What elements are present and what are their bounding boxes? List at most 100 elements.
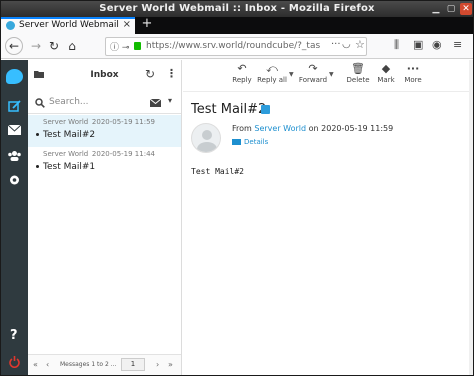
mail-nav-button[interactable] <box>1 118 28 142</box>
logo <box>1 64 28 92</box>
list-options-icon[interactable]: ⋮ <box>166 67 177 80</box>
message-from: Server World <box>43 150 89 158</box>
forward-message-button[interactable]: ↷ Forward <box>298 62 328 90</box>
pocket-icon[interactable]: ◡ <box>342 39 351 50</box>
menu-icon[interactable]: ≡ <box>453 38 462 51</box>
message-view-pane: ↶ Reply ⤺ Reply all ▼ ↷ Forward ▼ 🗑 Dele… <box>183 60 473 375</box>
mark-button[interactable]: ◆ Mark <box>375 62 397 90</box>
from-prefix: From <box>232 124 252 133</box>
message-from: Server World <box>43 118 89 126</box>
reply-all-icon: ⤺ <box>266 62 278 75</box>
settings-nav-button[interactable] <box>1 168 28 192</box>
mark-label: Mark <box>377 76 395 84</box>
scrollbar[interactable] <box>469 60 473 375</box>
more-button[interactable]: ··· More <box>402 62 424 90</box>
lock-icon <box>134 42 141 50</box>
last-page-icon[interactable]: » <box>168 360 173 369</box>
sidebar-icon[interactable]: ▣ <box>413 38 423 51</box>
envelope-filter-icon[interactable] <box>150 99 161 107</box>
search-bar: Search... ▾ <box>28 92 181 114</box>
message-date: 2020-05-19 11:59 <box>91 118 155 126</box>
first-page-icon[interactable]: « <box>33 360 38 369</box>
browser-window: Server World Webmail :: Inbox - Mozilla … <box>0 0 474 376</box>
more-dots-icon: ··· <box>406 62 420 75</box>
from-line: From Server World on 2020-05-19 11:59 <box>232 124 393 133</box>
list-header: Inbox ↻ ⋮ <box>28 60 181 90</box>
message-row[interactable]: Server World 2020-05-19 11:59 Test Mail#… <box>28 115 181 147</box>
url-text[interactable]: https://www.srv.world/roundcube/?_tas <box>146 41 326 51</box>
refresh-icon[interactable]: ↻ <box>145 67 155 81</box>
webmail-app: ? Inbox ↻ ⋮ Search... ▾ Server World 202 <box>1 60 473 375</box>
sender-link[interactable]: Server World <box>254 124 306 133</box>
message-subject-heading: Test Mail#2 <box>191 102 267 117</box>
close-tab-icon[interactable]: × <box>123 19 131 30</box>
chevron-down-icon[interactable]: ▾ <box>168 96 172 105</box>
url-bar[interactable]: ⓘ ⊸ https://www.srv.world/roundcube/?_ta… <box>105 37 367 56</box>
mailbox-title: Inbox <box>90 70 119 80</box>
avatar-head <box>202 130 212 140</box>
help-icon: ? <box>10 328 18 343</box>
contacts-icon <box>8 151 21 161</box>
message-subject: Test Mail#1 <box>43 162 96 172</box>
search-input[interactable]: Search... <box>49 97 89 107</box>
favicon-icon <box>6 21 15 30</box>
pager: « ‹ Messages 1 to 2 ... 1 › » <box>28 354 181 375</box>
compose-button[interactable] <box>1 94 28 118</box>
reply-options-chevron-icon[interactable]: ▼ <box>289 71 294 78</box>
open-in-new-window-icon[interactable] <box>261 105 270 114</box>
site-info-icon[interactable]: ⓘ ⊸ <box>110 40 129 53</box>
navigation-bar: ← → ↻ ⌂ ⓘ ⊸ https://www.srv.world/roundc… <box>1 34 473 59</box>
avatar-body <box>197 142 217 152</box>
reply-button[interactable]: ↶ Reply <box>231 62 253 90</box>
more-label: More <box>404 76 422 84</box>
forward-label: Forward <box>298 76 328 84</box>
new-tab-button[interactable]: + <box>140 17 154 32</box>
page-number-input[interactable]: 1 <box>121 358 145 371</box>
logout-button[interactable] <box>1 350 28 374</box>
avatar <box>191 123 221 153</box>
forward-icon: ↷ <box>308 62 318 75</box>
app-rail: ? <box>1 60 28 375</box>
tab-title: Server World Webmail <box>19 20 119 30</box>
envelope-icon <box>232 139 241 145</box>
message-count: Messages 1 to 2 ... <box>60 361 117 368</box>
next-page-icon[interactable]: › <box>156 360 159 369</box>
help-nav-button[interactable]: ? <box>1 325 28 349</box>
library-icon[interactable]: ⫼ <box>394 38 399 52</box>
reply-all-label: Reply all <box>257 76 287 84</box>
message-toolbar: ↶ Reply ⤺ Reply all ▼ ↷ Forward ▼ 🗑 Dele… <box>183 60 473 92</box>
browser-tab[interactable]: Server World Webmail × <box>1 17 135 34</box>
details-label: Details <box>244 138 269 146</box>
prev-page-icon[interactable]: ‹ <box>46 360 49 369</box>
home-button[interactable]: ⌂ <box>64 38 80 54</box>
window-title: Server World Webmail :: Inbox - Mozilla … <box>99 3 375 14</box>
delete-button[interactable]: 🗑 Delete <box>345 62 371 90</box>
reply-label: Reply <box>232 76 252 84</box>
back-button[interactable]: ← <box>5 37 23 55</box>
reply-icon: ↶ <box>237 62 247 75</box>
message-row[interactable]: Server World 2020-05-19 11:44 Test Mail#… <box>28 147 181 179</box>
bookmark-star-icon[interactable]: ☆ <box>355 38 365 51</box>
search-icon[interactable] <box>35 98 45 108</box>
forward-button[interactable]: → <box>28 38 44 54</box>
message-body: Test Mail#2 <box>191 167 244 176</box>
message-dot-icon <box>36 133 39 136</box>
message-list-pane: Inbox ↻ ⋮ Search... ▾ Server World 2020-… <box>28 60 182 375</box>
delete-label: Delete <box>346 76 370 84</box>
trash-icon: 🗑 <box>351 62 365 75</box>
roundcube-logo-icon <box>6 69 23 84</box>
reload-button[interactable]: ↻ <box>46 38 62 54</box>
reply-all-button[interactable]: ⤺ Reply all <box>257 62 287 90</box>
contacts-nav-button[interactable] <box>1 144 28 168</box>
message-subject: Test Mail#2 <box>43 130 96 140</box>
gear-icon <box>10 175 19 185</box>
maximize-button[interactable]: ▢ <box>445 3 457 15</box>
account-icon[interactable]: ◉ <box>432 38 442 51</box>
tag-icon: ◆ <box>381 62 391 75</box>
compose-icon <box>8 100 21 112</box>
forward-options-chevron-icon[interactable]: ▼ <box>329 71 334 78</box>
page-actions-icon[interactable]: ··· <box>331 39 341 50</box>
close-window-button[interactable]: ✕ <box>460 3 472 15</box>
minimize-button[interactable]: ▁ <box>430 3 442 15</box>
details-link[interactable]: Details <box>232 138 268 146</box>
